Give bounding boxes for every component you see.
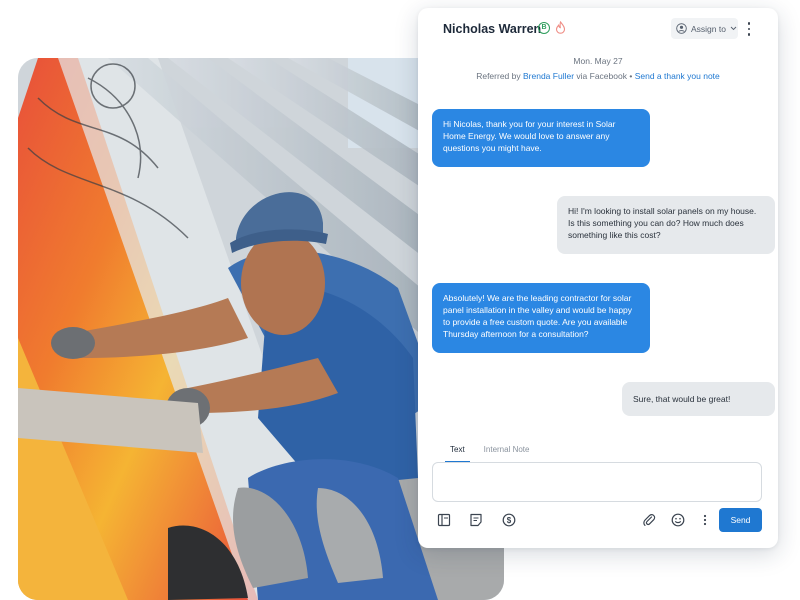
referral-line: Referred by Brenda Fuller via Facebook •… (418, 71, 778, 81)
user-circle-icon (676, 23, 687, 34)
message-outgoing: Hi Nicolas, thank you for your interest … (432, 109, 650, 167)
attachment-icon[interactable] (642, 513, 656, 527)
referral-prefix: Referred by (476, 71, 521, 81)
status-badge: B (538, 22, 550, 34)
separator-dot: • (629, 71, 633, 81)
conversation-header: Nicholas Warren B Assign to (418, 8, 778, 48)
send-thank-you-link[interactable]: Send a thank you note (635, 71, 720, 81)
message-incoming: Hi! I'm looking to install solar panels … (557, 196, 775, 254)
assign-to-button[interactable]: Assign to (671, 18, 738, 39)
header-more-options-icon[interactable] (744, 21, 754, 37)
referral-source: via Facebook (576, 71, 627, 81)
tab-internal-note[interactable]: Internal Note (484, 445, 530, 463)
message-outgoing: Absolutely! We are the leading contracto… (432, 283, 650, 353)
tab-text[interactable]: Text (445, 445, 470, 463)
payment-icon[interactable]: $ (502, 513, 516, 527)
referrer-link[interactable]: Brenda Fuller (523, 71, 574, 81)
contact-name[interactable]: Nicholas Warren (443, 22, 541, 36)
more-options-icon[interactable] (698, 513, 712, 527)
conversation-date: Mon. May 27 (573, 56, 623, 66)
svg-text:$: $ (507, 516, 512, 525)
note-icon[interactable] (469, 513, 483, 527)
send-button[interactable]: Send (719, 508, 762, 532)
conversation-panel: Nicholas Warren B Assign to Mon. May 27 … (418, 8, 778, 548)
emoji-icon[interactable] (671, 513, 685, 527)
message-input[interactable] (432, 462, 762, 502)
composer-tabs: Text Internal Note (445, 445, 530, 463)
assign-to-label: Assign to (691, 23, 726, 34)
message-incoming: Sure, that would be great! (622, 382, 775, 416)
flame-icon (555, 21, 566, 34)
chevron-down-icon (730, 26, 737, 31)
template-icon[interactable] (437, 513, 451, 527)
